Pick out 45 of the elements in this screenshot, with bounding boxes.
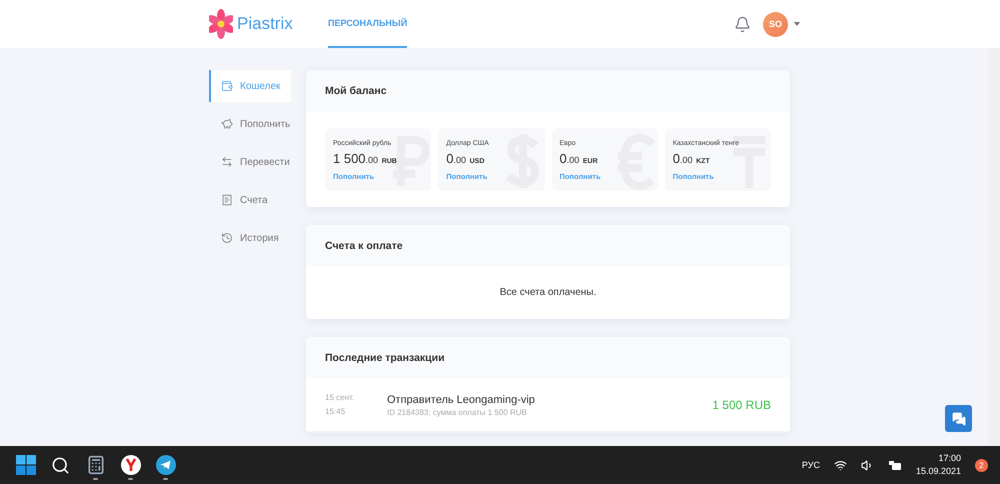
calculator-icon[interactable]	[86, 455, 106, 475]
wifi-icon[interactable]	[834, 458, 847, 472]
sidebar-label: Перевести	[240, 156, 290, 168]
browser-icon[interactable]	[120, 455, 140, 475]
card-title: Последние транзакции	[306, 337, 790, 379]
caret-icon[interactable]	[794, 22, 800, 26]
language-indicator[interactable]: РУС	[802, 460, 820, 470]
battery-icon[interactable]	[888, 460, 902, 470]
invoices-message: Все счета оплачены.	[498, 286, 598, 300]
history-icon	[221, 232, 233, 244]
transaction-date: 15 сент.	[325, 392, 355, 404]
transaction-details: ID 2184383; сумма оплаты 1 500 RUB	[387, 408, 528, 416]
sidebar-label: Счета	[240, 194, 268, 206]
flower-logo-icon	[209, 9, 233, 39]
wallet-icon	[221, 80, 233, 92]
transaction-time: 15:45	[325, 406, 346, 418]
chat-button[interactable]	[945, 405, 972, 432]
sidebar-label: Кошелек	[240, 80, 280, 92]
bell-icon[interactable]	[734, 16, 751, 32]
nav-tab[interactable]: ПЕРСОНАЛЬНЫЙ	[328, 0, 408, 48]
volume-icon[interactable]	[860, 458, 874, 472]
sidebar-item[interactable]: Счета	[209, 184, 291, 216]
user-avatar[interactable]: SO	[763, 12, 788, 36]
clock-time[interactable]: 17:00	[938, 452, 961, 465]
windows-start-icon[interactable]	[16, 455, 36, 475]
card-title: Мой баланс	[306, 70, 790, 112]
chat-icon	[952, 412, 966, 426]
sidebar-item[interactable]: История	[209, 222, 291, 254]
sidebar-item[interactable]: Кошелек	[209, 70, 291, 102]
transaction-title: Отправитель Leongaming-vip	[387, 394, 536, 406]
notification-badge[interactable]: 2	[975, 458, 988, 472]
scrollbar[interactable]	[988, 48, 1000, 446]
telegram-icon[interactable]	[156, 455, 176, 475]
clock-date[interactable]: 15.09.2021	[916, 465, 961, 478]
sidebar-item[interactable]: Пополнить	[209, 108, 291, 140]
sidebar-label: Пополнить	[240, 118, 290, 130]
search-icon[interactable]	[51, 456, 70, 474]
piggy-bank-icon	[221, 118, 233, 130]
logo-text: Piastrix	[237, 14, 293, 34]
card-title: Счета к оплате	[306, 225, 790, 267]
sidebar-label: История	[240, 232, 279, 244]
transaction-amount: 1 500 RUB	[712, 398, 771, 412]
receipt-icon	[221, 194, 233, 206]
sidebar-item[interactable]: Перевести	[209, 146, 291, 178]
arrows-icon	[221, 156, 233, 168]
